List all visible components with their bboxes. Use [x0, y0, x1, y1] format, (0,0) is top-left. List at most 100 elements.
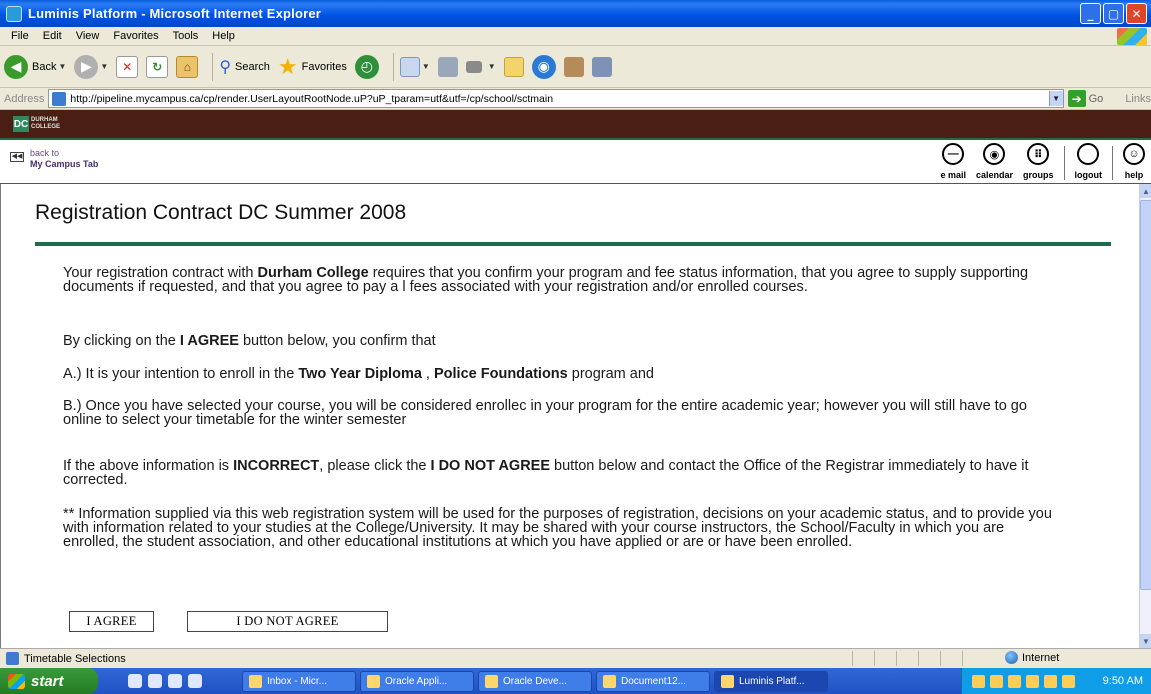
nav-help-label: help	[1124, 170, 1144, 180]
nav-divider	[1112, 146, 1113, 180]
i-do-not-agree-button[interactable]: I DO NOT AGREE	[187, 611, 388, 632]
mail-icon	[399, 56, 420, 77]
quick-launch-outlook-icon[interactable]	[148, 674, 162, 688]
menu-file[interactable]: File	[4, 30, 36, 42]
print-icon[interactable]	[437, 56, 458, 77]
history-icon[interactable]: ◴	[354, 54, 379, 79]
page-content: Registration Contract DC Summer 2008 You…	[0, 184, 1139, 648]
close-button[interactable]: ✕	[1126, 3, 1147, 24]
status-panes	[852, 651, 984, 666]
paragraph-incorrect: If the above information is INCORRECT, p…	[63, 458, 1063, 488]
status-bar: Timetable Selections Internet	[0, 648, 1151, 668]
ie-window-icon	[721, 674, 734, 688]
links-label[interactable]: Links	[1125, 93, 1151, 105]
toolbar-separator	[212, 52, 214, 81]
vertical-scrollbar[interactable]: ▲ ▼	[1139, 184, 1151, 648]
para5-text-d: I DO NOT AGREE	[430, 458, 551, 474]
scroll-thumb[interactable]	[1140, 200, 1151, 590]
paragraph-by-clicking: By clicking on the I AGREE button below,…	[63, 333, 1063, 349]
email-icon: —	[942, 143, 965, 165]
window-title: Luminis Platform - Microsoft Internet Ex…	[28, 6, 322, 21]
minimize-button[interactable]: _	[1080, 3, 1101, 24]
task-luminis[interactable]: Luminis Platf...	[714, 670, 828, 692]
back-double-arrow-icon: ◀◀	[10, 152, 24, 162]
address-dropdown-icon[interactable]: ▼	[1048, 91, 1063, 106]
nav-logout[interactable]: logout	[1075, 143, 1102, 180]
start-button[interactable]: start	[0, 668, 98, 694]
nav-calendar[interactable]: ◉ calendar	[976, 143, 1013, 180]
mail-button[interactable]: ▼	[399, 56, 430, 77]
i-agree-button[interactable]: I AGREE	[69, 611, 154, 632]
nav-help[interactable]: ☺ help	[1123, 143, 1145, 180]
tray-icon[interactable]	[1026, 674, 1039, 688]
menu-edit[interactable]: Edit	[36, 30, 69, 42]
quick-launch-media-icon[interactable]	[188, 674, 202, 688]
ie-icon	[6, 5, 22, 22]
stop-icon[interactable]: ✕	[116, 55, 139, 78]
para2-text-a: By clicking on the	[63, 333, 180, 349]
browser-toolbar: ◀ Back ▼ ▶ ▼ ✕ ↻ ⌂ ⚲ Search ★ Favorites …	[0, 46, 1151, 88]
windows-flag-icon	[8, 673, 25, 689]
refresh-icon[interactable]: ↻	[146, 55, 169, 78]
tray-icon[interactable]	[1062, 674, 1075, 688]
tray-icon[interactable]	[1008, 674, 1021, 688]
address-bar: Address http://pipeline.mycampus.ca/cp/r…	[0, 88, 1151, 110]
menu-tools[interactable]: Tools	[166, 30, 206, 42]
task-document[interactable]: Document12...	[596, 670, 710, 692]
forward-dropdown-icon[interactable]: ▼	[100, 62, 108, 71]
scroll-down-icon[interactable]: ▼	[1140, 634, 1151, 648]
forward-arrow-icon: ▶	[74, 54, 99, 79]
scroll-up-icon[interactable]: ▲	[1140, 184, 1151, 198]
edit-icon[interactable]	[465, 60, 482, 73]
menu-favorites[interactable]: Favorites	[106, 30, 165, 42]
tray-icon[interactable]	[972, 674, 985, 688]
zone-label: Internet	[1022, 651, 1060, 664]
back-dropdown-icon[interactable]: ▼	[58, 62, 66, 71]
research-icon[interactable]	[563, 56, 584, 77]
menu-help[interactable]: Help	[205, 30, 242, 42]
task-oracle-appli[interactable]: Oracle Appli...	[360, 670, 474, 692]
task-luminis-label: Luminis Platf...	[739, 675, 805, 687]
home-icon[interactable]: ⌂	[176, 55, 199, 78]
para3-text-a: A.) It is your intention to enroll in th…	[63, 366, 299, 382]
maximize-button[interactable]: ▢	[1103, 3, 1124, 24]
tray-icon[interactable]	[1044, 674, 1057, 688]
para3-text-b: Two Year Diploma	[298, 366, 422, 382]
status-pane	[874, 651, 896, 666]
nav-groups[interactable]: ⠿ groups	[1023, 143, 1054, 180]
address-url: http://pipeline.mycampus.ca/cp/render.Us…	[70, 92, 554, 105]
go-button[interactable]: ➔ Go	[1067, 90, 1103, 107]
status-pane	[940, 651, 962, 666]
status-pane	[962, 651, 984, 666]
address-input[interactable]: http://pipeline.mycampus.ca/cp/render.Us…	[48, 89, 1064, 108]
task-inbox[interactable]: Inbox - Micr...	[242, 670, 356, 692]
word-icon	[603, 674, 616, 688]
tray-icon[interactable]	[990, 674, 1003, 688]
status-pane	[852, 651, 874, 666]
clock[interactable]: 9:50 AM	[1103, 675, 1143, 687]
back-button[interactable]: ◀ Back ▼	[4, 54, 66, 79]
menu-view[interactable]: View	[69, 30, 107, 42]
paragraph-once-selected: B.) Once you have selected your course, …	[63, 398, 1027, 428]
quick-launch-office-icon[interactable]	[168, 674, 182, 688]
messenger-icon[interactable]: ◉	[531, 54, 556, 79]
favorites-label: Favorites	[301, 60, 347, 73]
system-tray: 9:50 AM	[961, 668, 1151, 694]
durham-college-logo[interactable]: DC DURHAM COLLEGE	[13, 116, 65, 132]
forward-button[interactable]: ▶ ▼	[74, 54, 108, 79]
quick-launch-ie-icon[interactable]	[128, 674, 142, 688]
edit-dropdown-icon[interactable]: ▼	[488, 62, 496, 71]
nav-email[interactable]: — e mail	[940, 143, 966, 180]
para2-text-c: button below, you confirm that	[238, 333, 436, 349]
discuss-icon[interactable]	[503, 56, 524, 77]
task-oracle-deve[interactable]: Oracle Deve...	[478, 670, 592, 692]
back-to-my-campus-link[interactable]: ◀◀ back to My Campus Tab	[10, 148, 98, 170]
contacts-icon[interactable]	[591, 56, 612, 77]
page-favicon-icon	[52, 91, 67, 106]
paragraph-intention: A.) It is your intention to enroll in th…	[63, 366, 1063, 382]
favorites-button[interactable]: ★ Favorites	[278, 54, 347, 80]
logout-icon	[1077, 143, 1100, 165]
search-button[interactable]: ⚲ Search	[219, 57, 270, 77]
window-title-bar[interactable]: Luminis Platform - Microsoft Internet Ex…	[0, 0, 1151, 27]
status-pane	[896, 651, 918, 666]
